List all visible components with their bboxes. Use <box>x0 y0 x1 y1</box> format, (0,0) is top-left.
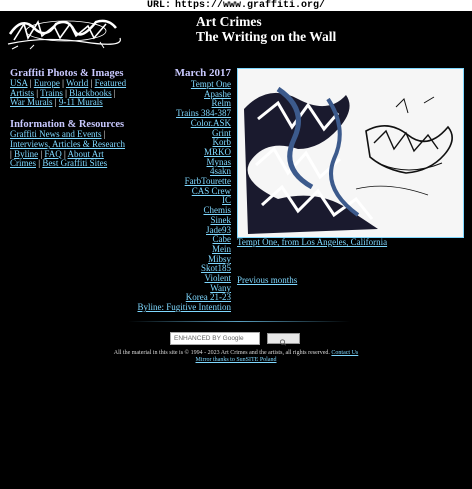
month-link[interactable]: Apashe <box>204 89 231 99</box>
month-link[interactable]: Tempt One <box>191 79 231 89</box>
nav-blackbooks[interactable]: Blackbooks <box>69 88 112 98</box>
month-link[interactable]: Byline: Fugitive Intention <box>138 302 232 312</box>
previous-months-link[interactable]: Previous months <box>237 275 297 285</box>
month-link[interactable]: IC <box>222 195 231 206</box>
month-list: March 2017 Tempt One Apashe Relm Trains … <box>122 67 232 313</box>
month-heading: March 2017 <box>174 67 231 79</box>
site-title: Art Crimes The Writing on the Wall <box>196 14 336 44</box>
search-icon <box>279 339 287 346</box>
art-crimes-logo[interactable] <box>4 12 122 50</box>
month-link[interactable]: Korea 21-23 <box>186 292 231 303</box>
nav-byline[interactable]: Byline <box>14 149 38 159</box>
footer-divider <box>128 321 350 322</box>
site-title-line1: Art Crimes <box>196 14 262 29</box>
nav-interviews[interactable]: Interviews, Articles & Research <box>10 139 125 149</box>
search-placeholder: ENHANCED BY Google <box>174 335 244 342</box>
search-button[interactable] <box>267 333 300 346</box>
graffiti-artwork <box>238 69 463 237</box>
left-nav: Graffiti Photos & Images USA | Europe | … <box>10 68 128 180</box>
url-text: https://www.graffiti.org/ <box>174 0 326 11</box>
month-link[interactable]: Jade93 <box>206 225 231 235</box>
nav-trains[interactable]: Trains <box>40 88 63 98</box>
contact-link[interactable]: Contact Us <box>331 350 358 356</box>
nav-world[interactable]: World <box>66 78 88 88</box>
month-link[interactable]: Grint <box>212 128 231 138</box>
month-link[interactable]: Relm <box>212 98 232 109</box>
month-link[interactable]: Mynas <box>207 157 232 167</box>
featured-graffiti-image[interactable] <box>237 68 464 238</box>
month-link[interactable]: FarbTourette <box>185 176 231 186</box>
month-link[interactable]: Trains 384-387 <box>176 108 231 118</box>
photos-section: Graffiti Photos & Images USA | Europe | … <box>10 68 127 108</box>
month-link[interactable]: Color.ASK <box>191 118 231 128</box>
nav-europe[interactable]: Europe <box>34 78 60 88</box>
url-label: URL: <box>146 0 171 11</box>
month-link[interactable]: Chemis <box>203 205 231 215</box>
info-section: Information & Resources Graffiti News an… <box>10 119 128 169</box>
site-title-line2: The Writing on the Wall <box>196 29 337 44</box>
month-link[interactable]: Sinek <box>210 215 231 225</box>
month-link[interactable]: MRKO <box>204 147 231 157</box>
month-link[interactable]: Wany <box>210 283 231 293</box>
search-input[interactable]: ENHANCED BY Google <box>170 332 260 345</box>
footer: All the material in this site is © 1994 … <box>0 350 472 364</box>
month-link[interactable]: Violent <box>205 273 231 283</box>
copyright-text: All the material in this site is © 1994 … <box>113 350 330 356</box>
month-link[interactable]: Cabe <box>213 234 232 244</box>
month-link[interactable]: Korb <box>213 137 232 147</box>
nav-usa[interactable]: USA <box>10 78 28 88</box>
month-link[interactable]: 4sakn <box>210 166 231 176</box>
month-link[interactable]: Skot185 <box>201 263 231 274</box>
month-link[interactable]: Mein <box>212 244 231 254</box>
nav-news-events[interactable]: Graffiti News and Events <box>10 129 102 139</box>
nav-best-sites[interactable]: Best Graffiti Sites <box>42 158 107 168</box>
nav-war-murals[interactable]: War Murals <box>10 97 53 108</box>
mirror-link[interactable]: Mirror thanks to SunSITE Poland <box>196 357 277 363</box>
month-link[interactable]: CAS Crew <box>192 186 231 196</box>
featured-caption-link[interactable]: Tempt One, from Los Angeles, California <box>237 237 387 247</box>
nav-faq[interactable]: FAQ <box>44 149 61 159</box>
nav-9-11-murals[interactable]: 9-11 Murals <box>59 97 103 108</box>
month-link[interactable]: Mibsy <box>208 254 231 264</box>
url-bar: URL: https://www.graffiti.org/ <box>0 0 472 11</box>
